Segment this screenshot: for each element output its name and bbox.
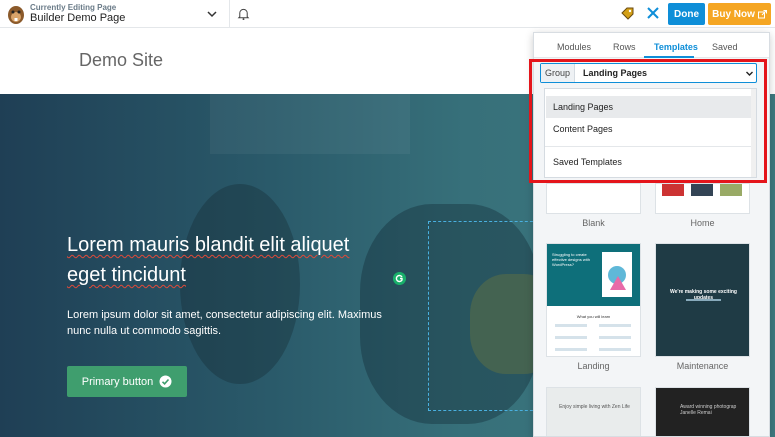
page-name[interactable]: Builder Demo Page	[30, 12, 125, 24]
thumbnail-line	[686, 299, 721, 301]
hero-heading-line2: eget tincidunt	[67, 264, 186, 286]
editing-label: Currently Editing Page	[30, 3, 117, 12]
thumbnail-text: What you will learn	[576, 314, 611, 319]
template-label-home: Home	[690, 218, 715, 228]
template-card[interactable]: Enjoy simple living with Zen Life	[546, 387, 641, 436]
primary-button-label: Primary button	[81, 375, 154, 388]
thumbnail-line	[599, 348, 631, 351]
template-card-blank[interactable]	[546, 183, 641, 214]
primary-button[interactable]: Primary button	[67, 366, 187, 397]
hero-heading[interactable]: Lorem mauris blandit elit aliquet eget t…	[67, 230, 397, 290]
thumbnail-image	[662, 184, 684, 196]
thumbnail-image: Struggling to create effective designs w…	[547, 244, 640, 306]
column-drop-outline	[428, 221, 538, 411]
tag-icon[interactable]	[620, 7, 634, 21]
thumbnail-image	[691, 184, 713, 196]
thumbnail-line	[555, 348, 587, 351]
tab-templates[interactable]: Templates	[654, 42, 698, 52]
close-icon[interactable]	[645, 5, 661, 21]
thumbnail-line	[599, 336, 631, 339]
thumbnail-image	[720, 184, 742, 196]
hero-heading-line1: Lorem mauris blandit elit aliquet	[67, 234, 350, 256]
check-circle-icon	[159, 375, 172, 388]
hero-text[interactable]: Lorem ipsum dolor sit amet, consectetur …	[67, 307, 397, 339]
bell-icon[interactable]	[237, 7, 250, 21]
external-link-icon	[757, 9, 767, 18]
tab-rows[interactable]: Rows	[613, 42, 636, 52]
thumbnail-line	[599, 324, 631, 327]
thumbnail-text: Award winning photograp Janelle Remai	[680, 404, 737, 416]
thumbnail-shape	[610, 276, 626, 290]
thumbnail-text: Struggling to create effective designs w…	[552, 252, 590, 267]
template-card-maintenance[interactable]: We're making some exciting updates	[655, 243, 750, 357]
thumbnail-text: Enjoy simple living with Zen Life	[559, 404, 630, 410]
template-label-blank: Blank	[582, 218, 605, 228]
active-tab-indicator	[644, 56, 694, 58]
template-card[interactable]: Award winning photograp Janelle Remai	[655, 387, 750, 436]
grammarly-icon[interactable]	[393, 272, 406, 285]
hero-background-wall	[210, 94, 410, 154]
template-label-landing: Landing	[577, 361, 610, 371]
thumbnail-line	[555, 336, 587, 339]
chevron-down-icon[interactable]	[206, 8, 218, 20]
divider	[229, 0, 230, 28]
done-button[interactable]: Done	[668, 3, 705, 25]
builder-topbar: Currently Editing Page Builder Demo Page…	[0, 0, 775, 28]
template-label-maintenance: Maintenance	[676, 361, 729, 371]
buy-now-label: Buy Now	[712, 8, 755, 20]
tab-saved[interactable]: Saved	[712, 42, 738, 52]
thumbnail-line	[555, 324, 587, 327]
site-title[interactable]: Demo Site	[79, 50, 163, 71]
buy-now-button[interactable]: Buy Now	[708, 3, 771, 25]
highlight-box	[529, 59, 767, 183]
template-card-landing[interactable]: Struggling to create effective designs w…	[546, 243, 641, 357]
tab-modules[interactable]: Modules	[557, 42, 591, 52]
template-card-home[interactable]	[655, 183, 750, 214]
panel-tabs: Modules Rows Templates Saved	[534, 33, 769, 58]
thumbnail-graphic	[602, 252, 632, 297]
beaver-logo-icon	[8, 6, 24, 24]
